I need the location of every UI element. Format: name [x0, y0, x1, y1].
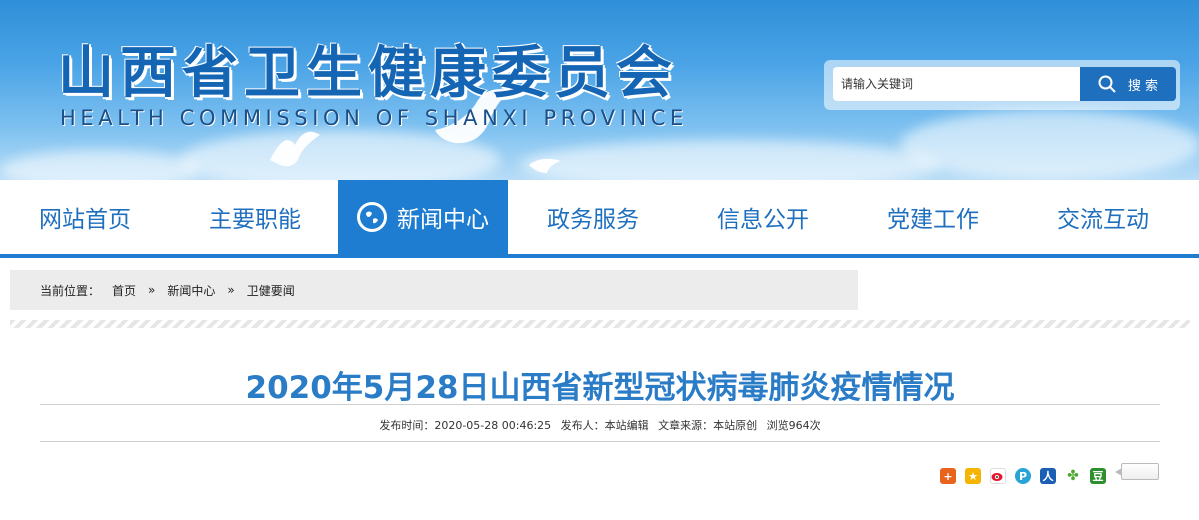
breadcrumb-link-news[interactable]: 新闻中心 [167, 282, 215, 299]
nav-item-label: 党建工作 [887, 207, 979, 233]
search-button-label: 搜 索 [1127, 78, 1159, 94]
search-input[interactable] [833, 67, 1080, 101]
nav-item-label: 信息公开 [717, 207, 809, 233]
search-icon [1098, 75, 1116, 93]
article-meta: 发布时间：2020-05-28 00:46:25 发布人：本站编辑 文章来源：本… [40, 417, 1160, 433]
weibo-icon[interactable] [990, 468, 1006, 484]
view-count: 浏览964次 [766, 419, 821, 432]
share-bar: + ★ P 人 ✤ 豆 [940, 468, 1106, 484]
divider [40, 404, 1160, 405]
divider [10, 320, 1190, 328]
nav-item-label: 网站首页 [39, 207, 131, 233]
globe-icon [357, 202, 387, 232]
douban-icon[interactable]: 豆 [1090, 468, 1106, 484]
dove-icon [529, 158, 561, 173]
article-source: 文章来源：本站原创 [658, 419, 758, 432]
breadcrumb-link-current[interactable]: 卫健要闻 [247, 282, 295, 299]
tencent-weibo-icon[interactable]: P [1015, 468, 1031, 484]
nav-item-disclosure[interactable]: 信息公开 [678, 180, 848, 254]
nav-item-functions[interactable]: 主要职能 [170, 180, 340, 254]
renren-icon[interactable]: 人 [1040, 468, 1056, 484]
publisher: 发布人：本站编辑 [560, 419, 649, 432]
kaixin-icon[interactable]: ✤ [1065, 468, 1081, 484]
breadcrumb-link-home[interactable]: 首页 [112, 282, 136, 299]
nav-item-interaction[interactable]: 交流互动 [1018, 180, 1188, 254]
site-subtitle: HEALTH COMMISSION OF SHANXI PROVINCE [60, 106, 688, 130]
site-title: 山西省卫生健康委员会 [58, 41, 678, 106]
nav-item-news[interactable]: 新闻中心 [338, 180, 508, 254]
share-more-icon[interactable]: + [940, 468, 956, 484]
nav-item-services[interactable]: 政务服务 [508, 180, 678, 254]
qzone-icon[interactable]: ★ [965, 468, 981, 484]
nav-item-home[interactable]: 网站首页 [0, 180, 170, 254]
nav-item-label: 交流互动 [1057, 207, 1149, 233]
nav-item-label: 新闻中心 [397, 207, 489, 233]
nav-item-label: 主要职能 [209, 207, 301, 233]
main-nav: 网站首页 主要职能 新闻中心 政务服务 信息公开 党建工作 交流互动 [0, 180, 1199, 258]
divider [40, 441, 1160, 442]
article-title: 2020年5月28日山西省新型冠状病毒肺炎疫情情况 [245, 370, 955, 406]
nav-item-label: 政务服务 [547, 207, 639, 233]
share-count-bubble[interactable] [1115, 463, 1159, 480]
search-button[interactable]: 搜 索 [1080, 67, 1176, 101]
nav-item-party[interactable]: 党建工作 [848, 180, 1018, 254]
breadcrumb: 当前位置： 首页 » 新闻中心 » 卫健要闻 [10, 270, 858, 310]
breadcrumb-prefix: 当前位置： [40, 283, 101, 298]
breadcrumb-separator: » [148, 283, 156, 297]
breadcrumb-separator: » [227, 283, 235, 297]
publish-time: 发布时间：2020-05-28 00:46:25 [379, 419, 552, 432]
